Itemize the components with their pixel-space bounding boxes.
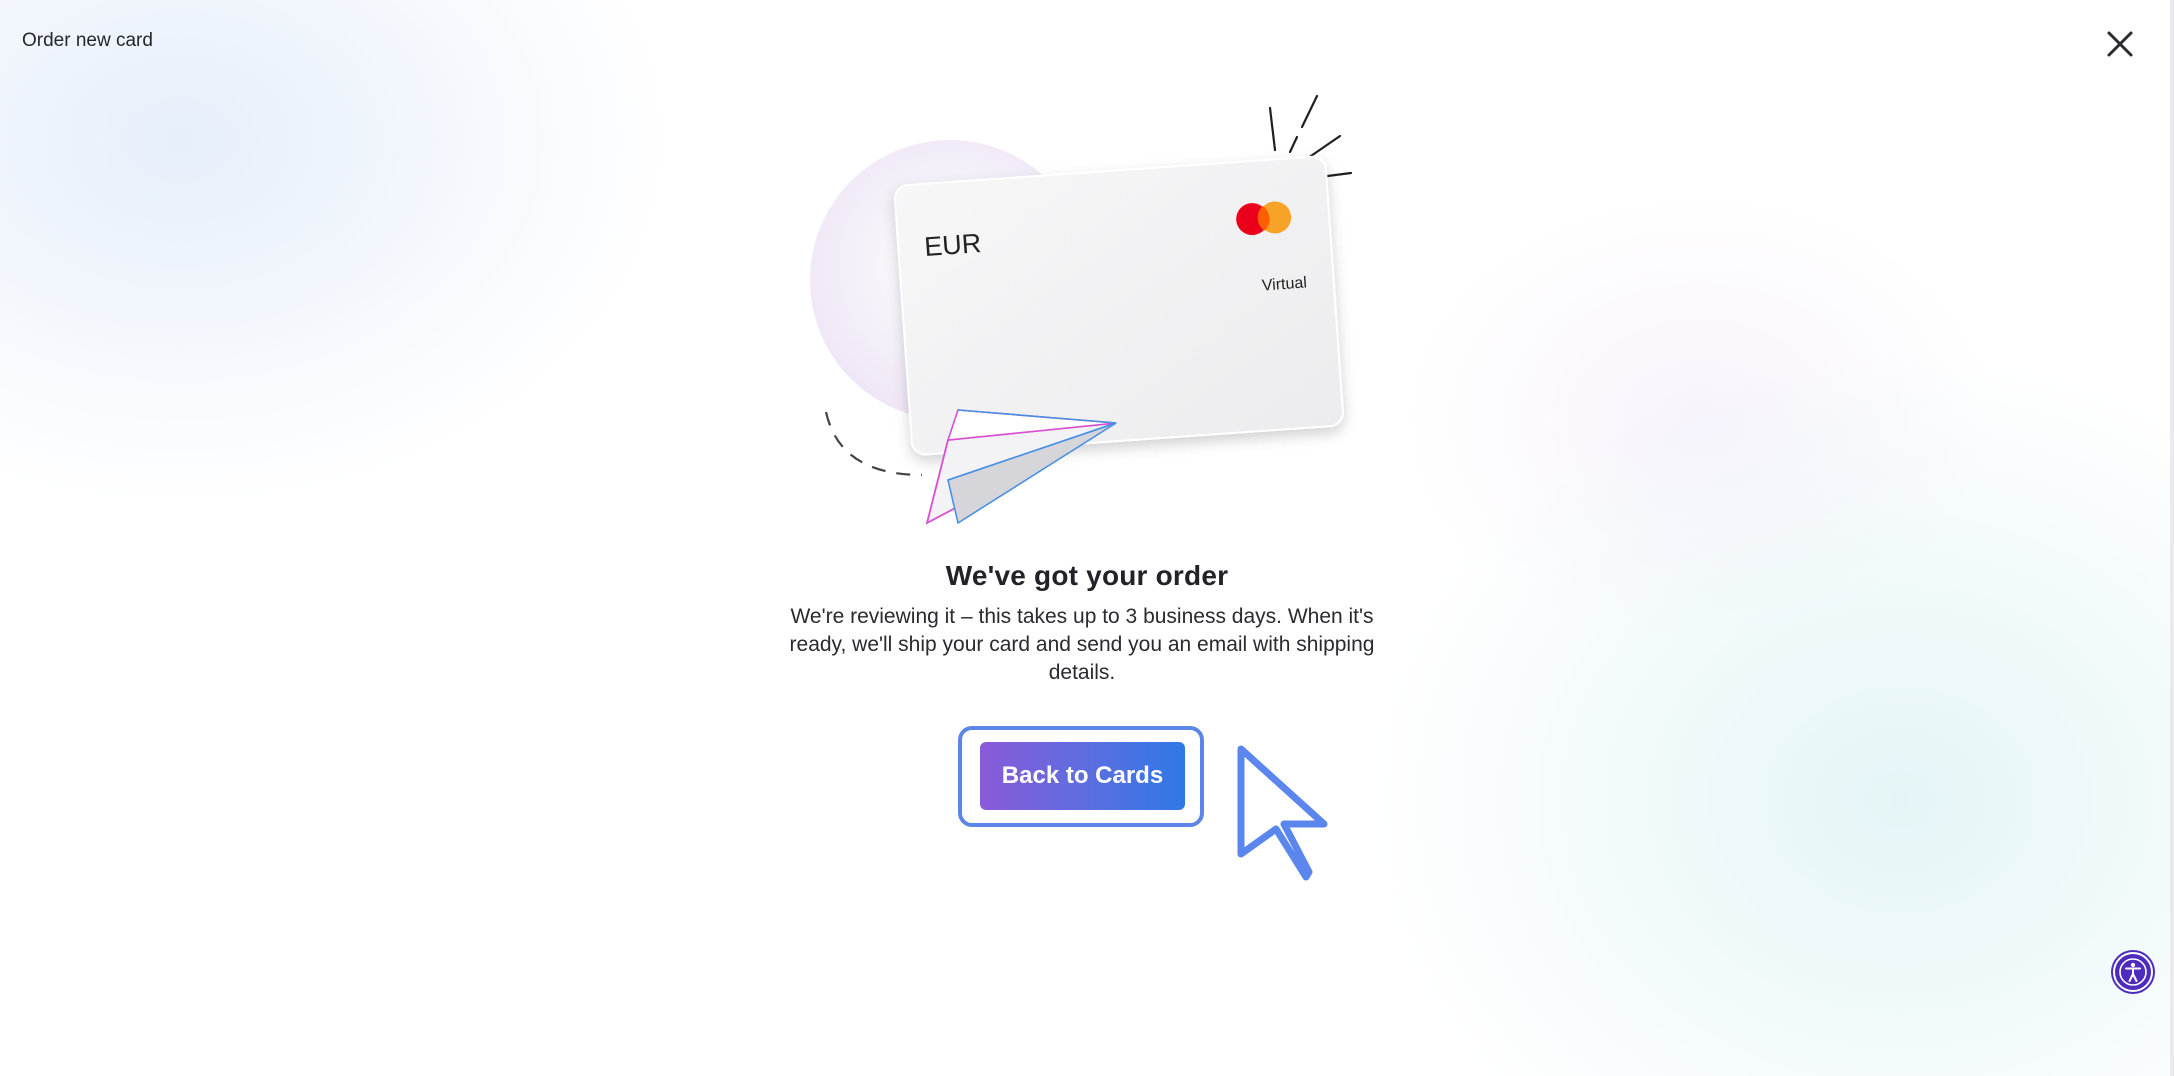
pointer-cursor-icon bbox=[1236, 744, 1330, 884]
card-currency: EUR bbox=[923, 228, 982, 262]
confirmation-message: We're reviewing it – this takes up to 3 … bbox=[789, 605, 1375, 684]
page-title: Order new card bbox=[22, 30, 153, 51]
card-type: Virtual bbox=[1261, 274, 1307, 294]
confirmation-headline: We've got your order bbox=[945, 560, 1229, 591]
motion-trail bbox=[824, 411, 923, 477]
card-illustration: EUR Virtual bbox=[810, 94, 1353, 525]
order-confirmation-illustration: EUR Virtual bbox=[800, 80, 1380, 540]
back-to-cards-button[interactable]: Back to Cards bbox=[980, 742, 1185, 810]
accessibility-icon bbox=[2119, 958, 2147, 986]
window-edge bbox=[2170, 0, 2174, 1076]
paper-plane bbox=[925, 409, 1117, 525]
accessibility-button[interactable] bbox=[2113, 952, 2153, 992]
close-button[interactable] bbox=[2102, 26, 2138, 62]
close-icon bbox=[2107, 31, 2133, 57]
